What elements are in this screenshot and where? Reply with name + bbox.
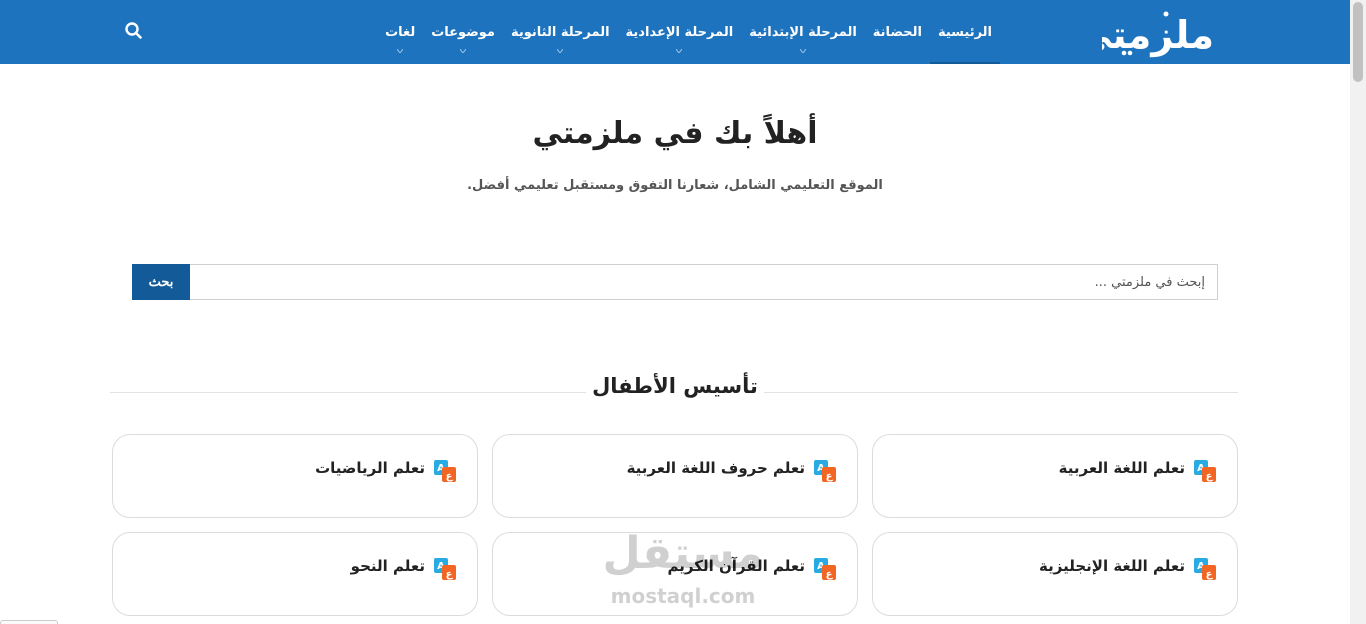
svg-text:ع: ع	[1206, 471, 1214, 482]
nav-item-home[interactable]: الرئيسية	[929, 0, 1001, 64]
svg-text:ع: ع	[446, 471, 454, 482]
card-arabic-language[interactable]: A ع تعلم اللغة العربية	[872, 434, 1238, 518]
svg-text:ع: ع	[1206, 569, 1214, 580]
nav-label: موضوعات	[431, 24, 495, 40]
logo-graphic: ملزمتي	[1074, 11, 1214, 57]
search-button[interactable]: بحث	[132, 264, 190, 300]
logo-text: ملزمتي	[1102, 13, 1214, 57]
nav-label: الرئيسية	[937, 24, 992, 40]
main-nav: الرئيسية الحضانة المرحلة الإبتدائية المر…	[377, 0, 1001, 64]
hero-subtitle: الموقع التعليمي الشامل، شعارنا التفوق وم…	[467, 178, 883, 193]
nav-label: المرحلة الإبتدائية	[749, 24, 857, 40]
language-icon: A ع	[434, 460, 456, 482]
nav-item-secondary[interactable]: المرحلة الثانوية	[503, 0, 618, 64]
nav-item-preparatory[interactable]: المرحلة الإعدادية	[618, 0, 742, 64]
corner-tab[interactable]	[0, 620, 58, 624]
language-icon: A ع	[1194, 558, 1216, 580]
section-title: تأسيس الأطفال	[592, 374, 758, 398]
site-logo[interactable]: ملزمتي	[1074, 4, 1220, 60]
nav-label: المرحلة الإعدادية	[625, 24, 734, 40]
card-english-language[interactable]: A ع تعلم اللغة الإنجليزية	[872, 532, 1238, 616]
card-label: تعلم حروف اللغة العربية	[626, 459, 805, 477]
card-arabic-letters[interactable]: A ع تعلم حروف اللغة العربية	[492, 434, 858, 518]
scrollbar-thumb[interactable]	[1353, 2, 1363, 82]
search-form: بحث	[132, 264, 1218, 300]
nav-item-primary[interactable]: المرحلة الإبتدائية	[741, 0, 865, 64]
nav-item-nursery[interactable]: الحضانة	[865, 0, 930, 64]
svg-text:ع: ع	[446, 569, 454, 580]
nav-label: الحضانة	[872, 24, 922, 40]
search-input[interactable]	[191, 265, 1217, 299]
card-grammar[interactable]: A ع تعلم النحو	[112, 532, 478, 616]
nav-item-languages[interactable]: لغات	[377, 0, 423, 64]
svg-text:ع: ع	[826, 471, 834, 482]
search-icon[interactable]	[124, 21, 144, 41]
chevron-down-icon	[557, 49, 564, 53]
card-math[interactable]: A ع تعلم الرياضيات	[112, 434, 478, 518]
card-label: تعلم اللغة الإنجليزية	[1039, 557, 1185, 575]
nav-label: لغات	[385, 24, 416, 40]
card-label: تعلم اللغة العربية	[1058, 459, 1185, 477]
language-icon: A ع	[1194, 460, 1216, 482]
card-label: تعلم النحو	[350, 557, 425, 575]
svg-text:ع: ع	[826, 569, 834, 580]
language-icon: A ع	[814, 460, 836, 482]
card-quran[interactable]: A ع تعلم القرآن الكريم	[492, 532, 858, 616]
nav-item-topics[interactable]: موضوعات	[423, 0, 503, 64]
hero-title: أهلاً بك في ملزمتي	[532, 116, 818, 151]
language-icon: A ع	[434, 558, 456, 580]
page-scrollbar[interactable]	[1350, 0, 1366, 624]
chevron-down-icon	[800, 49, 806, 53]
chevron-down-icon	[460, 49, 467, 53]
chevron-down-icon	[676, 49, 683, 53]
language-icon: A ع	[814, 558, 836, 580]
card-label: تعلم القرآن الكريم	[667, 557, 806, 575]
chevron-down-icon	[397, 49, 404, 53]
card-label: تعلم الرياضيات	[315, 459, 425, 477]
top-navigation-bar: ملزمتي الرئيسية الحضانة المرحلة الإبتدائ…	[0, 0, 1350, 64]
nav-label: المرحلة الثانوية	[510, 24, 610, 40]
